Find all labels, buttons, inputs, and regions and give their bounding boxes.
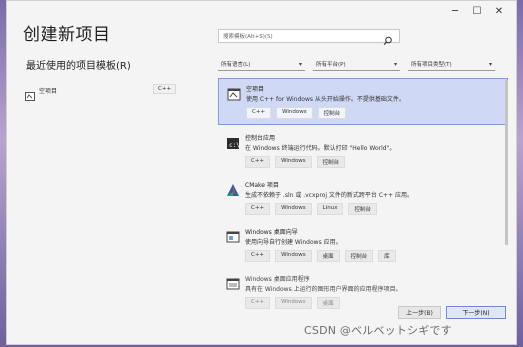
maximize-icon[interactable]: ☐ — [466, 3, 488, 19]
project-tags: C++ Windows 控制台 — [245, 156, 346, 168]
project-type-filter-label: 所有项目类型(T) — [411, 62, 452, 68]
recent-template-label: 空项目 — [39, 87, 58, 95]
recent-template-item[interactable]: 空项目 C++ — [25, 84, 177, 101]
tag: C++ — [245, 156, 271, 168]
platform-filter[interactable]: 所有平台(P) ▾ — [313, 58, 400, 71]
project-name: CMake 项目 — [245, 182, 279, 189]
chevron-down-icon: ▾ — [393, 60, 397, 68]
template-search-input[interactable]: 搜索模板(Alt+S)(S) — [218, 29, 400, 45]
platform-filter-label: 所有平台(P) — [316, 62, 346, 68]
project-description: 生成不依赖于 .sln 或 .vcxproj 文件的新式跨平台 C++ 应用。 — [245, 192, 413, 199]
project-description: 具有在 Windows 上运行的图形用户界面的应用程序项目。 — [245, 286, 402, 293]
minimize-icon[interactable]: ─ — [444, 3, 466, 19]
project-type-filter[interactable]: 所有项目类型(T) ▾ — [408, 58, 495, 71]
project-template-item[interactable]: Windows 桌面向导 使用向导自行创建 Windows 应用。 C++ Wi… — [218, 222, 508, 266]
window-controls: ─ ☐ ✕ — [444, 3, 510, 19]
tag: Linux — [316, 203, 344, 215]
project-template-item[interactable]: CMake 项目 生成不依赖于 .sln 或 .vcxproj 文件的新式跨平台… — [218, 175, 508, 219]
project-name: Windows 桌面向导 — [245, 229, 298, 236]
tag: 控制台 — [317, 107, 347, 119]
project-template-list: 空项目 使用 C++ for Windows 从头开始操作。不提供基础文件。 C… — [218, 78, 508, 316]
cmake-icon — [226, 182, 240, 196]
project-tags: C++ Windows Linux 控制台 — [245, 203, 377, 215]
empty-project-icon — [227, 86, 241, 101]
page-title: 创建新项目 — [23, 25, 111, 45]
project-tags: C++ Windows 桌面 控制台 库 — [245, 250, 396, 262]
chevron-down-icon: ▾ — [488, 60, 492, 68]
svg-text:c:\: c:\ — [229, 142, 240, 149]
search-placeholder: 搜索模板(Alt+S)(S) — [223, 34, 273, 40]
project-name: Windows 桌面应用程序 — [245, 276, 310, 283]
project-description: 使用 C++ for Windows 从头开始操作。不提供基础文件。 — [246, 96, 405, 103]
language-filter[interactable]: 所有语言(L) ▾ — [218, 58, 305, 71]
tag: 库 — [378, 250, 396, 262]
next-button[interactable]: 下一步(N) — [446, 306, 506, 319]
tag: 桌面 — [316, 297, 340, 309]
tag: C++ — [245, 203, 271, 215]
filter-bar: 所有语言(L) ▾ 所有平台(P) ▾ 所有项目类型(T) ▾ — [218, 58, 495, 71]
recent-template-lang: C++ — [153, 84, 177, 94]
tag: Windows — [275, 297, 312, 309]
back-button[interactable]: 上一步(B) — [398, 306, 441, 319]
project-template-item[interactable]: 空项目 使用 C++ for Windows 从头开始操作。不提供基础文件。 C… — [218, 78, 508, 125]
tag: C++ — [245, 250, 271, 262]
close-icon[interactable]: ✕ — [488, 3, 510, 19]
search-icon[interactable] — [383, 31, 393, 45]
project-description: 在 Windows 终端运行代码。默认打印 "Hello World"。 — [245, 145, 396, 152]
tag: Windows — [275, 203, 312, 215]
desktop-wizard-icon — [226, 229, 240, 243]
project-name: 空项目 — [246, 86, 265, 93]
console-app-icon: c:\ — [226, 135, 240, 149]
tag: 控制台 — [316, 156, 346, 168]
tag: Windows — [275, 156, 312, 168]
project-tags: C++ Windows 桌面 — [245, 297, 340, 309]
empty-project-icon — [25, 86, 35, 101]
tag: 桌面 — [316, 250, 340, 262]
list-scrollbar[interactable] — [505, 80, 508, 245]
tag: C++ — [246, 107, 272, 119]
tag: 控制台 — [348, 203, 377, 215]
tag: Windows — [276, 107, 313, 119]
tag: C++ — [245, 297, 271, 309]
watermark: CSDN @ベルベットシギです — [304, 324, 452, 337]
tag: 控制台 — [344, 250, 374, 262]
tag: Windows — [275, 250, 312, 262]
project-name: 控制台应用 — [245, 135, 276, 142]
project-template-item[interactable]: c:\ 控制台应用 在 Windows 终端运行代码。默认打印 "Hello W… — [218, 128, 508, 172]
desktop-app-icon — [226, 276, 240, 290]
language-filter-label: 所有语言(L) — [221, 62, 251, 68]
chevron-down-icon: ▾ — [298, 60, 302, 68]
recent-templates-heading: 最近使用的项目模板(R) — [26, 61, 131, 72]
project-tags: C++ Windows 控制台 — [246, 107, 347, 119]
project-description: 使用向导自行创建 Windows 应用。 — [245, 239, 342, 246]
